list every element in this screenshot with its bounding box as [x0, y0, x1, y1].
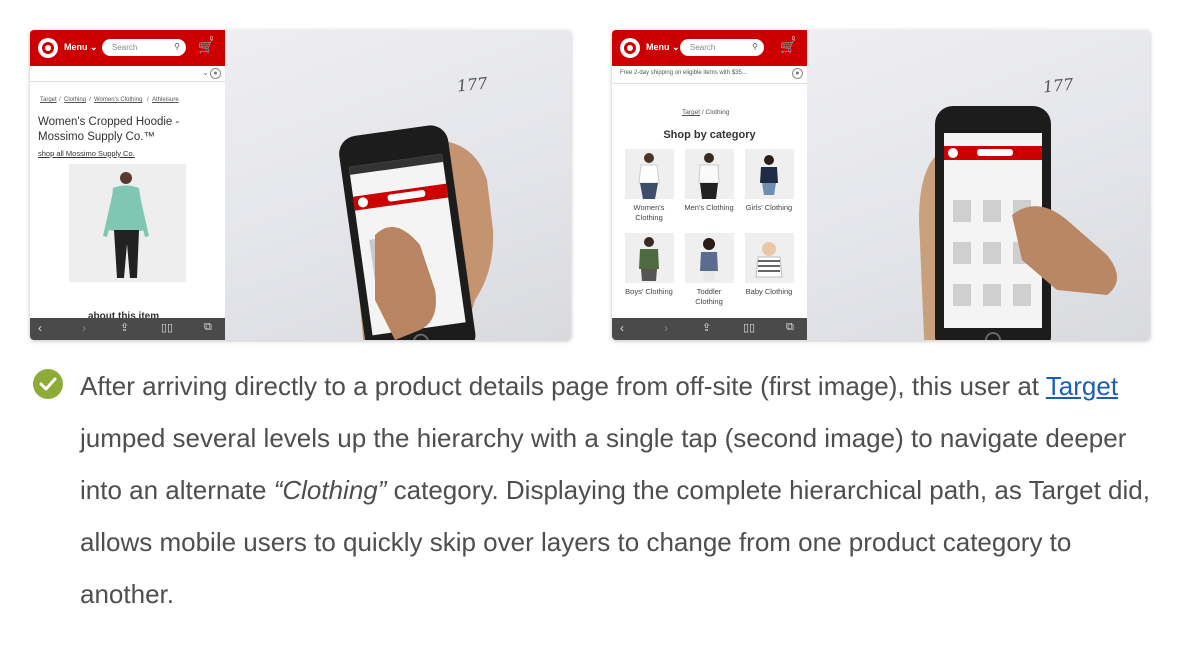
breadcrumb-item: Women's Clothing: [94, 97, 143, 103]
tabs-icon: ⧉: [204, 321, 212, 333]
category-page-screenshot: Menu ⌄ Search ⚲ 🛒 0 Free 2-day shipping on…: [612, 30, 807, 340]
user-icon: ●: [210, 68, 221, 79]
category-image: [684, 233, 734, 283]
menu-button: Menu ⌄: [646, 42, 680, 52]
category-boys: Boys' Clothing: [622, 233, 676, 297]
category-womens: Women's Clothing: [622, 149, 676, 223]
breadcrumb: Target / Clothing: [682, 109, 730, 116]
forward-icon: ›: [82, 321, 86, 335]
first-image: Menu ⌄ Search ⚲ 🛒 0 ⌄ ● Target / Clothing …: [30, 30, 571, 340]
chevron-down-icon: ⌄: [202, 68, 209, 77]
target-logo-icon: [620, 38, 640, 58]
user-session-photo: 177: [225, 30, 571, 340]
target-logo-icon: [38, 38, 58, 58]
tabs-icon: ⧉: [786, 321, 794, 333]
category-image: [744, 149, 794, 199]
back-icon: ‹: [38, 321, 42, 335]
back-icon: ‹: [620, 321, 624, 335]
bookmarks-icon: ▯▯: [743, 322, 756, 334]
browser-toolbar: ‹ › ⇪ ▯▯ ⧉: [30, 318, 225, 340]
second-image: Menu ⌄ Search ⚲ 🛒 0 Free 2-day shipping on…: [612, 30, 1150, 340]
sticky-note: 177: [456, 73, 489, 96]
product-title: Women's Cropped Hoodie - Mossimo Supply …: [38, 116, 180, 143]
target-header: Menu ⌄ Search ⚲ 🛒 0: [30, 30, 225, 66]
breadcrumb-item: Clothing: [64, 97, 87, 103]
divider: [612, 83, 807, 84]
category-baby: Baby Clothing: [742, 233, 796, 297]
search-field: Search ⚲: [680, 39, 764, 56]
target-link[interactable]: Target: [1046, 371, 1118, 401]
product-image: [69, 164, 186, 282]
forward-icon: ›: [664, 321, 668, 335]
category-mens: Men's Clothing: [682, 149, 736, 213]
shop-by-category-heading: Shop by category: [663, 129, 756, 141]
user-session-photo: 177: [807, 30, 1150, 340]
cart-icon: 🛒 0: [198, 36, 215, 54]
search-icon: ⚲: [174, 42, 180, 51]
bookmarks-icon: ▯▯: [161, 322, 174, 334]
user-icon: ●: [792, 68, 803, 79]
breadcrumb-current: Clothing: [705, 109, 730, 116]
category-image: [624, 233, 674, 283]
sub-bar: ⌄ ●: [30, 66, 225, 82]
search-icon: ⚲: [752, 42, 758, 51]
breadcrumb-item: Athleisure: [152, 97, 179, 103]
category-toddler: Toddler Clothing: [682, 233, 736, 307]
check-icon: [33, 369, 63, 399]
sticky-note: 177: [1042, 74, 1075, 97]
breadcrumb-link: Target: [682, 109, 701, 116]
browser-toolbar: ‹ › ⇪ ▯▯ ⧉: [612, 318, 807, 340]
caption: After arriving directly to a product det…: [80, 371, 1150, 609]
share-icon: ⇪: [120, 322, 130, 334]
category-image: [624, 149, 674, 199]
breadcrumb-item: Target: [40, 97, 57, 103]
product-page-screenshot: Menu ⌄ Search ⚲ 🛒 0 ⌄ ● Target / Clothing …: [30, 30, 225, 340]
menu-button: Menu ⌄: [64, 42, 98, 52]
cart-icon: 🛒 0: [780, 36, 797, 54]
search-field: Search ⚲: [102, 39, 186, 56]
category-image: [744, 233, 794, 283]
category-image: [684, 149, 734, 199]
category-girls: Girls' Clothing: [742, 149, 796, 213]
shop-all-link: shop all Mossimo Supply Co.: [38, 149, 135, 158]
share-icon: ⇪: [702, 322, 712, 334]
target-header: Menu ⌄ Search ⚲ 🛒 0: [612, 30, 807, 66]
